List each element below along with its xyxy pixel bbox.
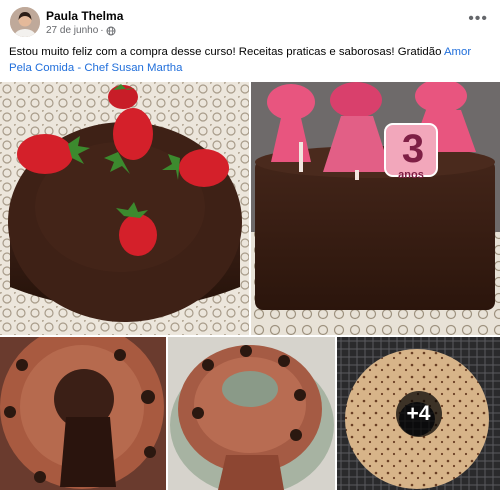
caption-text: Estou muito feliz com a compra desse cur… <box>9 46 444 58</box>
post-header: Paula Thelma 27 de junho · ••• <box>0 0 500 40</box>
meta-separator: · <box>100 25 104 36</box>
gallery-photo-4[interactable] <box>168 337 335 490</box>
post-date[interactable]: 27 de junho <box>46 25 98 36</box>
more-options-icon[interactable]: ••• <box>468 10 488 28</box>
topper-number: 3 <box>402 127 424 171</box>
post-meta: 27 de junho · <box>46 25 116 36</box>
bundt-cake-image-1 <box>0 337 166 490</box>
avatar[interactable] <box>10 7 40 37</box>
profile-photo <box>10 7 40 37</box>
post-caption: Estou muito feliz com a compra desse cur… <box>9 44 491 76</box>
gallery-photo-1[interactable] <box>0 82 249 335</box>
bundt-cake-image-2 <box>168 337 335 490</box>
more-photos-overlay[interactable]: +4 <box>337 337 500 490</box>
author-name[interactable]: Paula Thelma <box>46 9 123 23</box>
chocolate-strawberry-cake-image <box>0 82 249 335</box>
gallery-photo-5[interactable]: +4 <box>337 337 500 490</box>
age-topper: 3 anos <box>384 123 438 181</box>
gallery-photo-3[interactable] <box>0 337 166 490</box>
topper-word: anos <box>398 169 424 181</box>
globe-icon <box>106 26 116 35</box>
gallery-photo-2[interactable]: 3 anos <box>251 82 500 335</box>
birthday-cake-with-topper-image: 3 anos <box>251 82 500 335</box>
more-photos-count: +4 <box>395 390 442 437</box>
